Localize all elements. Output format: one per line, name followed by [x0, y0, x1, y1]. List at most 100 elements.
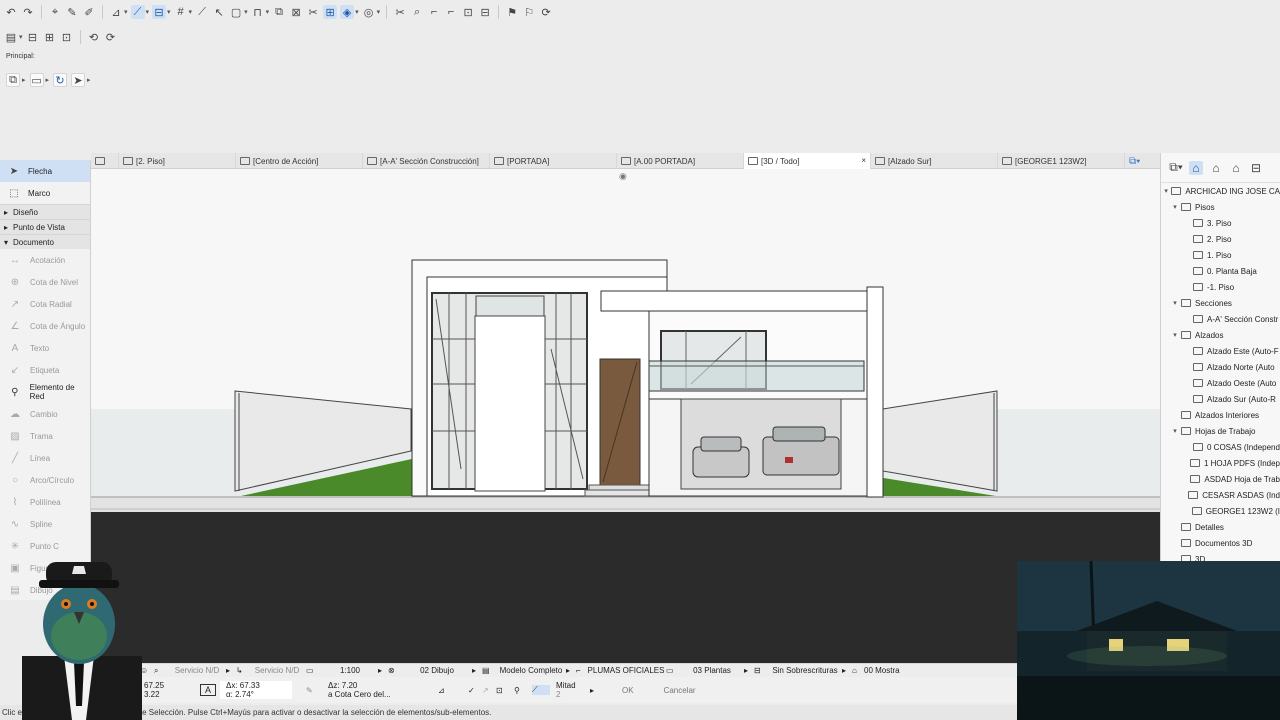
- navigator-item[interactable]: 0 COSAS (Independ: [1161, 439, 1280, 455]
- tab-portada[interactable]: [PORTADA]: [490, 153, 617, 169]
- navigator-item[interactable]: ▾ Alzados: [1161, 327, 1280, 343]
- flag-icon[interactable]: ⚑: [505, 5, 519, 19]
- navigator-item[interactable]: Alzado Sur (Auto-R: [1161, 391, 1280, 407]
- view-3d-icon[interactable]: ◈: [340, 5, 355, 19]
- service-2[interactable]: Servicio N/D: [248, 666, 306, 675]
- navigator-item[interactable]: Alzado Este (Auto-F: [1161, 343, 1280, 359]
- service-1[interactable]: Servicio N/D: [168, 666, 226, 675]
- view-map-icon[interactable]: ⌂: [1209, 161, 1223, 175]
- angle-value[interactable]: α: 2.74°: [226, 690, 292, 699]
- navigator-root[interactable]: ▾ ARCHICAD ING JOSE CA: [1161, 183, 1280, 199]
- layout-book-icon[interactable]: ⌂: [1229, 161, 1243, 175]
- flag-settings-icon[interactable]: ⚐: [522, 5, 536, 19]
- project-map-icon[interactable]: ⌂: [1189, 160, 1203, 175]
- layer-settings-icon[interactable]: ⧉: [6, 73, 20, 87]
- guide-lines-icon[interactable]: ⊿: [109, 5, 123, 19]
- publish-icon[interactable]: ⊟: [26, 30, 40, 44]
- tab-centro-accion[interactable]: [Centro de Acción]: [236, 153, 363, 169]
- navigator-item[interactable]: Alzado Norte (Auto: [1161, 359, 1280, 375]
- layer-combo[interactable]: 02 Dibujo: [402, 666, 472, 675]
- navigator-item[interactable]: 0. Planta Baja: [1161, 263, 1280, 279]
- eye-icon[interactable]: ◉: [619, 171, 627, 182]
- tab-3d-todo[interactable]: [3D / Todo] ×: [744, 153, 871, 169]
- navigator-item[interactable]: CESASR ASDAS (Ind: [1161, 487, 1280, 503]
- snap-point-icon[interactable]: ⚲: [514, 686, 532, 695]
- scale-value[interactable]: 1:100: [322, 666, 378, 675]
- model-view[interactable]: Modelo Completo: [496, 666, 566, 675]
- split-icon[interactable]: ✂: [306, 5, 320, 19]
- navigator-item[interactable]: ▾ Secciones: [1161, 295, 1280, 311]
- zoom-icon[interactable]: ⌕: [154, 666, 168, 676]
- dimension-style[interactable]: 03 Plantas: [680, 666, 744, 675]
- chevron-down-icon[interactable]: ▾: [1171, 331, 1179, 339]
- expand-icon[interactable]: ⊟: [478, 5, 492, 19]
- cursor-icon[interactable]: ➤: [71, 73, 86, 87]
- navigator-item[interactable]: ▾ Hojas de Trabajo: [1161, 423, 1280, 439]
- align-icon[interactable]: ⌐: [427, 5, 441, 19]
- navigator-item[interactable]: A-A' Sección Constr: [1161, 311, 1280, 327]
- tab-alzado-sur[interactable]: [Alzado Sur]: [871, 153, 998, 169]
- shading-icon[interactable]: ◎: [362, 5, 376, 19]
- syringe-icon[interactable]: ✐: [82, 5, 96, 19]
- send-receive-icon[interactable]: ⟳: [104, 30, 118, 44]
- navigator-item[interactable]: GEORGE1 123W2 (I: [1161, 503, 1280, 519]
- grid-snap-icon[interactable]: #: [174, 5, 188, 19]
- tool-etiqueta[interactable]: ↙ Etiqueta: [0, 359, 90, 381]
- undo-icon[interactable]: ↶: [4, 5, 18, 19]
- graphic-override[interactable]: Sin Sobrescrituras: [768, 666, 842, 675]
- refresh-icon[interactable]: ⟳: [539, 5, 553, 19]
- tool-acotacion[interactable]: ↔ Acotación: [0, 249, 90, 271]
- navigator-item[interactable]: ASDAD Hoja de Trab: [1161, 471, 1280, 487]
- corner-icon[interactable]: ⌐: [444, 5, 458, 19]
- navigator-item[interactable]: 1 HOJA PDFS (Indep: [1161, 455, 1280, 471]
- tab-list-button[interactable]: ⧉▾: [1125, 153, 1159, 169]
- tool-cota-radial[interactable]: ↗ Cota Radial: [0, 293, 90, 315]
- tab-a00-portada[interactable]: [A.00 PORTADA]: [617, 153, 744, 169]
- angle-lock-icon[interactable]: A: [200, 684, 216, 696]
- group-icon[interactable]: ⧉: [272, 5, 286, 19]
- navigator-item[interactable]: ▾ Pisos: [1161, 199, 1280, 215]
- tool-elemento-red[interactable]: ⚲ Elemento de Red: [0, 381, 90, 403]
- publisher-icon[interactable]: ⊟: [1249, 161, 1263, 175]
- check-icon[interactable]: ✓: [468, 686, 482, 695]
- navigator-item[interactable]: 2. Piso: [1161, 231, 1280, 247]
- group-diseno[interactable]: ▸ Diseño: [0, 204, 90, 219]
- navigator-item[interactable]: 3. Piso: [1161, 215, 1280, 231]
- trim-icon[interactable]: ⊠: [289, 5, 303, 19]
- delta-z[interactable]: Δz: 7.20: [328, 681, 412, 690]
- fit-icon[interactable]: ⊡: [496, 686, 514, 695]
- renovation-filter[interactable]: 00 Mostra: [864, 666, 904, 675]
- snap-guides-icon[interactable]: ⟋: [130, 5, 145, 19]
- half-label[interactable]: Mitad: [556, 681, 590, 690]
- rectangle-icon[interactable]: ▢: [229, 5, 243, 19]
- offset-icon[interactable]: ⊡: [461, 5, 475, 19]
- navigator-item[interactable]: Alzados Interiores: [1161, 407, 1280, 423]
- ok-button[interactable]: OK: [614, 686, 642, 695]
- arrow-icon[interactable]: ↖: [212, 5, 226, 19]
- tool-spline[interactable]: ∿ Spline: [0, 513, 90, 535]
- gravity-icon[interactable]: ⊟: [152, 5, 167, 19]
- redo-icon[interactable]: ↷: [21, 5, 35, 19]
- tool-texto[interactable]: A Texto: [0, 337, 90, 359]
- group-documento[interactable]: ▾ Documento: [0, 234, 90, 249]
- change-icon[interactable]: ⊞: [43, 30, 57, 44]
- tab-seccion[interactable]: [A-A' Sección Construcción]: [363, 153, 490, 169]
- arrow-tool[interactable]: ➤ Flecha: [0, 160, 90, 182]
- trace-icon[interactable]: ⊞: [323, 5, 338, 19]
- geometry-icon[interactable]: ▭: [29, 73, 44, 87]
- teamwork-icon[interactable]: ⟲: [87, 30, 101, 44]
- y-coord[interactable]: 3.22: [144, 690, 200, 699]
- pick-up-icon[interactable]: ⌖: [48, 5, 62, 19]
- delta-x[interactable]: Δx: 67.33: [226, 681, 292, 690]
- tool-polilinea[interactable]: ⌇ Polilínea: [0, 491, 90, 513]
- navigator-item[interactable]: Alzado Oeste (Auto: [1161, 375, 1280, 391]
- tool-trama[interactable]: ▨ Trama: [0, 425, 90, 447]
- chevron-down-icon[interactable]: ▾: [1171, 299, 1179, 307]
- tab-george1[interactable]: [GEORGE1 123W2]: [998, 153, 1125, 169]
- zoom-tool-icon[interactable]: ⌕: [410, 5, 424, 19]
- cancel-button[interactable]: Cancelar: [656, 686, 704, 695]
- tool-linea[interactable]: ╱ Línea: [0, 447, 90, 469]
- close-icon[interactable]: ×: [861, 156, 866, 165]
- 3d-viewport[interactable]: ◉: [91, 169, 1160, 663]
- navigator-menu-icon[interactable]: ⧉▾: [1169, 160, 1183, 175]
